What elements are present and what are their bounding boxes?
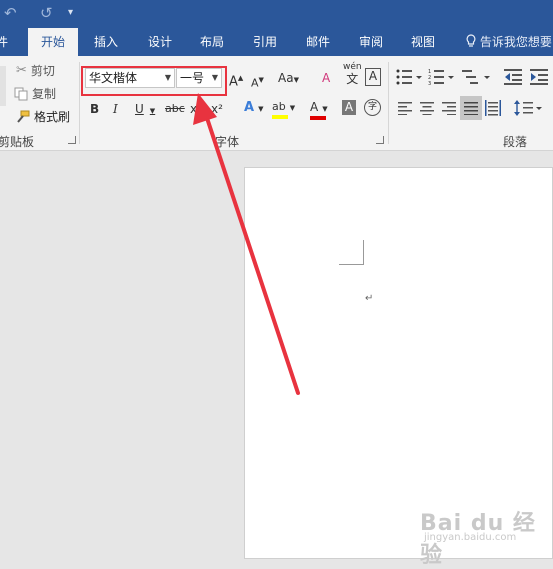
annotation-arrow xyxy=(193,93,300,395)
watermark-url: jingyan.baidu.com xyxy=(424,532,517,543)
